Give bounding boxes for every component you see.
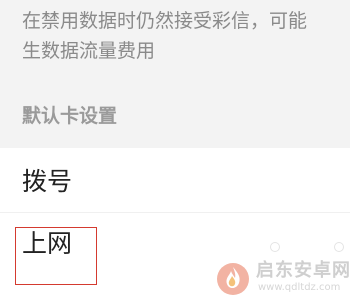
mms-description-line-1: 在禁用数据时仍然接受彩信，可能 [22,10,308,32]
watermark-url: www.qdltdz.com [258,282,341,293]
watermark: 启东安卓网 www.qdltdz.com [214,260,350,298]
settings-screen: 在禁用数据时仍然接受彩信，可能 生数据流量费用 默认卡设置 拨号 上网 启东安卓… [0,0,350,300]
dial-label: 拨号 [22,167,73,196]
sim-indicator-icon [334,242,344,252]
mms-description-line-2: 生数据流量费用 [22,40,156,62]
sim-indicator-icon [270,242,280,252]
flame-logo-icon [217,263,249,295]
watermark-title: 启东安卓网 [256,260,350,281]
mms-description: 在禁用数据时仍然接受彩信，可能 生数据流量费用 [22,6,350,66]
default-card-settings-header: 默认卡设置 [22,105,118,127]
divider [0,212,350,213]
list-item-dial[interactable]: 拨号 [0,152,350,212]
highlight-annotation-box [15,227,97,285]
sim-indicator-group [262,238,350,258]
